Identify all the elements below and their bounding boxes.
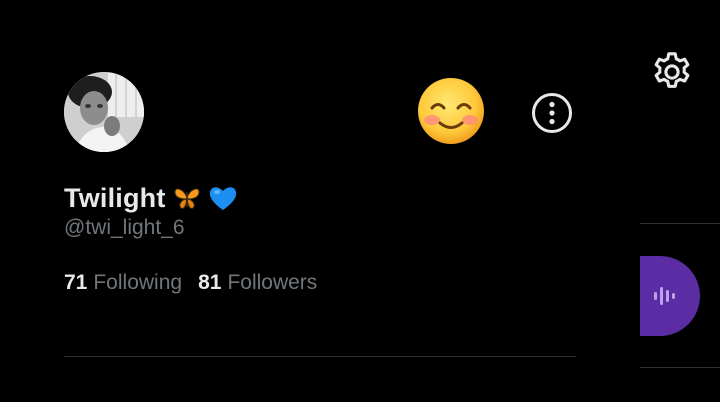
display-name-row: Twilight <box>64 180 238 216</box>
gear-icon <box>654 52 690 88</box>
section-divider <box>64 356 576 357</box>
following-label: Following <box>93 271 183 294</box>
user-handle: @twi_light_6 <box>64 216 185 239</box>
blue-heart-emoji <box>209 187 236 210</box>
followers-count: 81 <box>198 271 222 294</box>
followers-label: Followers <box>227 271 318 294</box>
followers-link[interactable]: 81 Followers <box>198 271 317 295</box>
more-options-icon <box>532 93 572 133</box>
side-panel-divider-top <box>640 223 720 224</box>
smiling-face-emoji-button[interactable] <box>416 76 486 146</box>
spaces-button[interactable] <box>640 256 700 336</box>
side-panel-divider-bottom <box>640 367 720 368</box>
avatar-photo <box>64 72 144 152</box>
butterfly-emoji <box>174 188 200 209</box>
audio-waveform-icon <box>654 287 675 305</box>
smiling-face-emoji-icon <box>418 78 484 144</box>
following-count: 71 <box>64 271 88 294</box>
profile-avatar[interactable] <box>64 72 144 152</box>
settings-button[interactable] <box>649 49 695 95</box>
display-name: Twilight <box>64 182 166 213</box>
follow-stats: 71 Following 81 Followers <box>64 271 317 295</box>
more-options-button[interactable] <box>530 91 574 135</box>
following-link[interactable]: 71 Following <box>64 271 182 295</box>
